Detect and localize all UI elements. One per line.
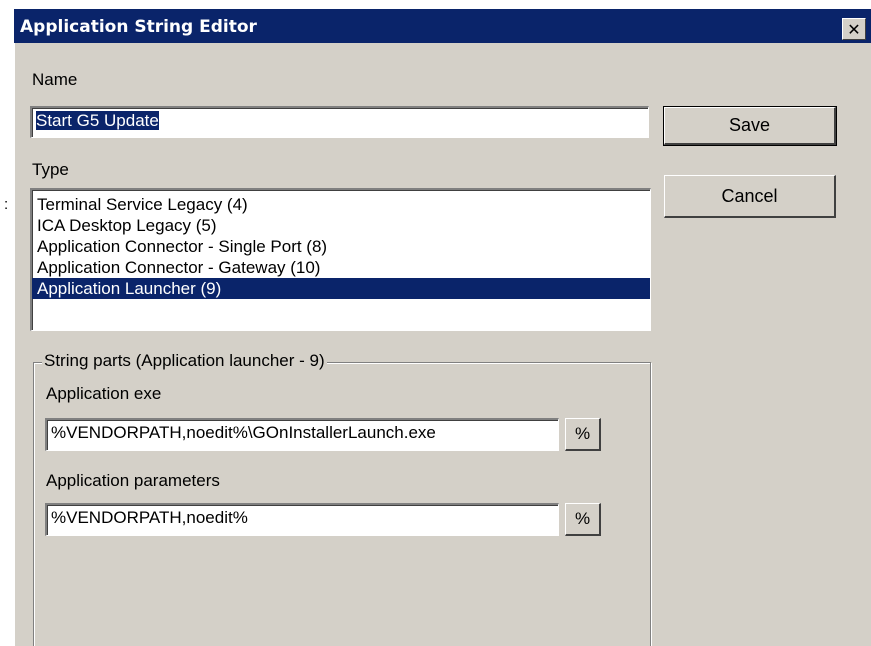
background-strip — [0, 0, 14, 646]
close-button[interactable]: ✕ — [842, 18, 866, 40]
save-button[interactable]: Save — [663, 106, 837, 146]
insert-variable-button-params[interactable]: % — [565, 503, 601, 536]
list-item-selected[interactable]: Application Launcher (9) — [32, 278, 650, 299]
list-item[interactable]: ICA Desktop Legacy (5) — [32, 215, 650, 236]
window-title: Application String Editor — [20, 17, 257, 37]
name-input-value: Start G5 Update — [36, 111, 159, 130]
stray-text: : — [4, 196, 9, 213]
string-parts-legend: String parts (Application launcher - 9) — [42, 351, 327, 371]
list-item[interactable]: Terminal Service Legacy (4) — [32, 194, 650, 215]
list-item[interactable]: Application Connector - Gateway (10) — [32, 257, 650, 278]
type-listbox[interactable]: Terminal Service Legacy (4) ICA Desktop … — [30, 188, 651, 331]
cancel-button[interactable]: Cancel — [664, 175, 836, 218]
name-input[interactable]: Start G5 Update — [30, 106, 649, 138]
name-label: Name — [32, 70, 78, 89]
close-icon: ✕ — [847, 19, 861, 39]
list-item[interactable]: Application Connector - Single Port (8) — [32, 236, 650, 257]
window: : Application String Editor ✕ Name Start… — [0, 0, 871, 646]
application-exe-input[interactable]: %VENDORPATH,noedit%\GOnInstallerLaunch.e… — [45, 418, 559, 451]
application-parameters-label: Application parameters — [46, 471, 220, 490]
application-exe-label: Application exe — [46, 384, 162, 403]
insert-variable-button-exe[interactable]: % — [565, 418, 601, 451]
application-parameters-input[interactable]: %VENDORPATH,noedit% — [45, 503, 559, 536]
type-label: Type — [32, 160, 69, 179]
